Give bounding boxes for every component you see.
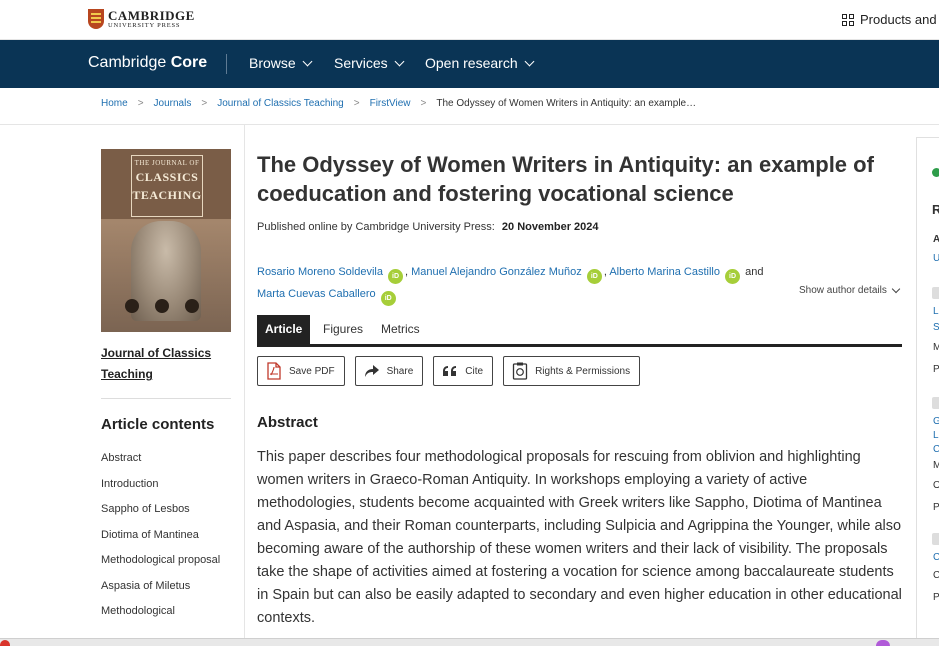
- rail-link-fragment[interactable]: C: [933, 444, 939, 455]
- breadcrumb-separator: >: [420, 98, 427, 109]
- breadcrumb-journals[interactable]: Journals: [154, 98, 192, 109]
- breadcrumb-firstview[interactable]: FirstView: [370, 98, 411, 109]
- rail-link-fragment[interactable]: G: [933, 416, 939, 427]
- published-info: Published online by Cambridge University…: [257, 221, 599, 233]
- rail-text-fragment: A: [933, 234, 939, 245]
- cambridge-shield-icon: [88, 9, 104, 30]
- journal-link[interactable]: Journal of Classics Teaching: [101, 343, 221, 385]
- orcid-icon[interactable]: iD: [725, 269, 741, 284]
- figures-silhouette: [125, 299, 199, 313]
- products-menu[interactable]: Products and S: [842, 12, 939, 27]
- author-list: Rosario Moreno Soldevila iD, Manuel Alej…: [257, 262, 817, 306]
- breadcrumb-divider: [0, 124, 939, 125]
- taskbar-strip: [0, 638, 939, 646]
- rail-link-fragment[interactable]: L: [933, 430, 939, 441]
- breadcrumb: Home > Journals > Journal of Classics Te…: [101, 98, 696, 109]
- breadcrumb-home[interactable]: Home: [101, 98, 128, 109]
- toc-item-methodological-proposal[interactable]: Methodological proposal: [101, 552, 231, 568]
- rail-text-fragment: P: [933, 502, 939, 513]
- article-tabs: Article Figures Metrics: [257, 315, 902, 347]
- nav-services[interactable]: Services: [334, 55, 405, 71]
- publisher-name: CAMBRIDGE: [108, 8, 195, 23]
- and-conjunction: and: [745, 266, 764, 278]
- abstract-text: This paper describes four methodological…: [257, 449, 902, 626]
- rights-icon: [511, 362, 529, 380]
- publisher-subtitle: UNIVERSITY PRESS: [108, 22, 181, 29]
- rail-card-tab: [932, 287, 939, 299]
- rail-link-fragment[interactable]: U: [933, 253, 939, 264]
- author-link[interactable]: Alberto Marina Castillo: [609, 266, 720, 278]
- rail-heading-fragment: R: [932, 202, 939, 217]
- top-utility-bar: CAMBRIDGE UNIVERSITY PRESS Products and …: [0, 0, 939, 40]
- sidebar-vertical-divider: [244, 125, 245, 646]
- rail-text-fragment: C: [933, 570, 939, 581]
- nav-browse[interactable]: Browse: [249, 55, 313, 71]
- taskbar-app-icon[interactable]: [876, 640, 890, 646]
- rail-text-fragment: M: [933, 460, 939, 471]
- chevron-down-icon: [891, 284, 901, 294]
- rail-link-fragment[interactable]: S: [933, 322, 939, 333]
- chevron-down-icon: [524, 56, 535, 66]
- abstract-heading: Abstract: [257, 414, 318, 431]
- toc-item-aspasia[interactable]: Aspasia of Miletus: [101, 578, 231, 594]
- article-toolbar: Save PDF Share Cite Rights & Permissions: [257, 356, 641, 386]
- tab-article[interactable]: Article: [257, 315, 311, 344]
- author-link[interactable]: Manuel Alejandro González Muñoz: [411, 266, 582, 278]
- breadcrumb-separator: >: [353, 98, 360, 109]
- journal-cover-image[interactable]: THE JOURNAL OF CLASSICS TEACHING: [101, 149, 231, 332]
- breadcrumb-current: The Odyssey of Women Writers in Antiquit…: [436, 98, 697, 109]
- article-contents-heading: Article contents: [101, 416, 215, 433]
- tab-metrics[interactable]: Metrics: [373, 315, 428, 344]
- rail-card-tab: [932, 397, 939, 409]
- rail-text-fragment: P: [933, 364, 939, 375]
- toc-item-methodological[interactable]: Methodological: [101, 603, 231, 619]
- main-navbar: Cambridge Core Browse Services Open rese…: [0, 40, 939, 88]
- rail-card-tab: [932, 533, 939, 545]
- tab-figures[interactable]: Figures: [315, 315, 371, 344]
- rail-link-fragment[interactable]: C: [933, 552, 939, 563]
- rail-text-fragment: O: [933, 480, 939, 491]
- pdf-icon: [265, 362, 283, 380]
- breadcrumb-separator: >: [201, 98, 208, 109]
- chevron-down-icon: [394, 56, 405, 66]
- orcid-icon[interactable]: iD: [586, 269, 602, 284]
- taskbar-app-icon[interactable]: [0, 640, 10, 646]
- cover-title: THE JOURNAL OF CLASSICS TEACHING: [131, 155, 203, 217]
- cambridge-core-logo[interactable]: Cambridge Core: [88, 54, 207, 72]
- products-label: Products and S: [860, 12, 939, 27]
- article-title: The Odyssey of Women Writers in Antiquit…: [257, 152, 874, 206]
- rail-link-fragment[interactable]: L: [933, 306, 939, 317]
- toc-item-abstract[interactable]: Abstract: [101, 450, 231, 466]
- breadcrumb-journal[interactable]: Journal of Classics Teaching: [217, 98, 344, 109]
- rights-permissions-button[interactable]: Rights & Permissions: [503, 356, 641, 386]
- article-contents-list: Abstract Introduction Sappho of Lesbos D…: [101, 450, 231, 629]
- published-date: 20 November 2024: [501, 221, 599, 233]
- check-circle-icon: [932, 168, 939, 177]
- author-link[interactable]: Rosario Moreno Soldevila: [257, 266, 383, 278]
- orcid-icon[interactable]: iD: [388, 269, 404, 284]
- orcid-icon[interactable]: iD: [380, 291, 396, 306]
- toc-item-sappho[interactable]: Sappho of Lesbos: [101, 501, 231, 517]
- published-label: Published online by Cambridge University…: [257, 221, 495, 233]
- cite-button[interactable]: Cite: [433, 356, 494, 386]
- author-link[interactable]: Marta Cuevas Caballero: [257, 288, 376, 300]
- toc-item-diotima[interactable]: Diotima of Mantinea: [101, 527, 231, 543]
- sidebar-divider: [101, 398, 231, 399]
- rail-text-fragment: P: [933, 592, 939, 603]
- chevron-down-icon: [302, 56, 313, 66]
- breadcrumb-separator: >: [137, 98, 144, 109]
- grid-icon: [842, 13, 854, 26]
- toc-item-introduction[interactable]: Introduction: [101, 476, 231, 492]
- quote-icon: [441, 362, 459, 380]
- share-icon: [363, 362, 381, 380]
- rail-text-fragment: M: [933, 342, 939, 353]
- show-author-details-toggle[interactable]: Show author details: [799, 284, 901, 296]
- share-button[interactable]: Share: [354, 356, 424, 386]
- save-pdf-button[interactable]: Save PDF: [257, 356, 345, 386]
- nav-open-research[interactable]: Open research: [425, 55, 535, 71]
- cambridge-logo[interactable]: CAMBRIDGE UNIVERSITY PRESS: [88, 9, 195, 30]
- nav-divider: [226, 54, 227, 74]
